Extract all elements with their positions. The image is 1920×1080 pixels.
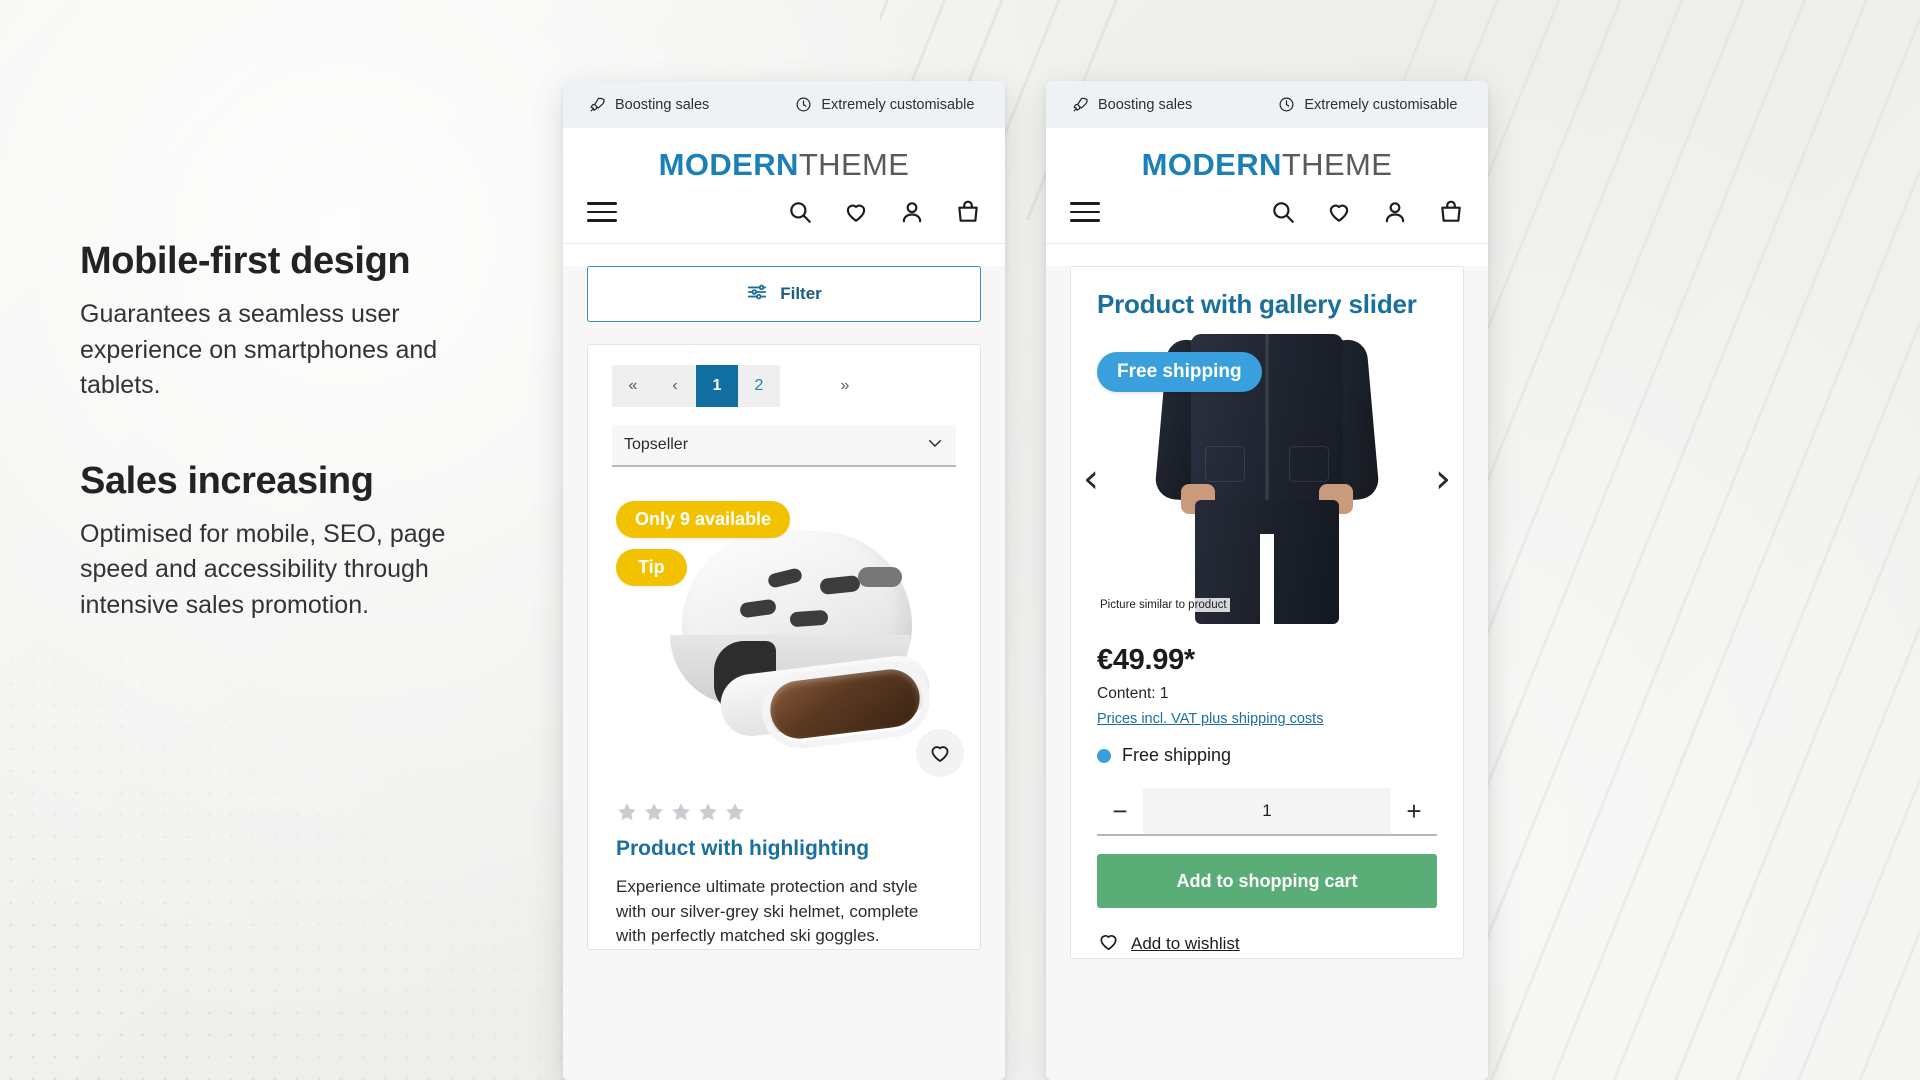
quantity-input[interactable]: 1	[1143, 788, 1391, 834]
pagination-last[interactable]: »	[824, 365, 866, 407]
clock-icon	[795, 96, 812, 113]
site-logo[interactable]: MODERNTHEME	[1046, 128, 1488, 189]
usp-extremely-customisable: Extremely customisable	[795, 96, 974, 113]
rocket-icon	[1072, 96, 1089, 113]
picture-similar-note: Picture similar to product	[1097, 598, 1230, 612]
account-icon[interactable]	[1382, 199, 1408, 225]
hamburger-menu-icon[interactable]	[1070, 202, 1100, 222]
clock-icon	[1278, 96, 1295, 113]
listing-content: Filter « ‹ 1 2 » Topseller Only 9 availa…	[563, 266, 1005, 1080]
star-icon	[618, 803, 636, 821]
vat-shipping-link[interactable]: Prices incl. VAT plus shipping costs	[1097, 711, 1323, 727]
detail-product-title: Product with gallery slider	[1097, 289, 1417, 319]
filter-button[interactable]: Filter	[587, 266, 981, 322]
hamburger-menu-icon[interactable]	[587, 202, 617, 222]
pagination-first[interactable]: «	[612, 365, 654, 407]
product-rating	[588, 783, 980, 823]
usp-boosting-sales-label: Boosting sales	[1098, 96, 1193, 113]
usp-topbar-listing: Boosting sales Extremely customisable	[563, 81, 1005, 128]
logo-theme: THEME	[798, 147, 910, 182]
phone-mockup-listing: Boosting sales Extremely customisable MO…	[563, 81, 1005, 1080]
marketing-copy: Mobile-first design Guarantees a seamles…	[80, 240, 510, 623]
pagination-page-1[interactable]: 1	[696, 365, 738, 407]
marketing-block-mobile-first: Mobile-first design Guarantees a seamles…	[80, 240, 510, 404]
usp-topbar-detail: Boosting sales Extremely customisable	[1046, 81, 1488, 128]
gallery-prev-arrow[interactable]: ‹	[1083, 459, 1099, 499]
cart-icon[interactable]	[1438, 199, 1464, 225]
marketing-heading-2: Sales increasing	[80, 459, 374, 502]
detail-content: Product with gallery slider Free shippin…	[1046, 266, 1488, 1080]
pagination-prev[interactable]: ‹	[654, 365, 696, 407]
quantity-increase-button[interactable]: +	[1391, 788, 1437, 834]
product-title[interactable]: Product with highlighting	[588, 823, 980, 861]
add-to-wishlist-row[interactable]: Add to wishlist	[1071, 908, 1463, 958]
account-icon[interactable]	[899, 199, 925, 225]
site-logo[interactable]: MODERNTHEME	[563, 128, 1005, 189]
sort-select[interactable]: Topseller	[612, 425, 956, 467]
search-icon[interactable]	[1270, 199, 1296, 225]
heart-icon[interactable]	[843, 199, 869, 225]
product-description: Experience ultimate protection and style…	[616, 877, 919, 946]
rocket-icon	[589, 96, 606, 113]
add-to-cart-button[interactable]: Add to shopping cart	[1097, 854, 1437, 908]
search-icon[interactable]	[787, 199, 813, 225]
pagination: « ‹ 1 2 »	[588, 365, 980, 407]
pagination-page-2[interactable]: 2	[738, 365, 780, 407]
sliders-icon	[746, 281, 768, 308]
badge-free-shipping: Free shipping	[1097, 352, 1262, 392]
quantity-stepper: − 1 +	[1097, 788, 1437, 836]
usp-boosting-sales: Boosting sales	[589, 96, 709, 113]
marketing-block-sales-increasing: Sales increasing Optimised for mobile, S…	[80, 460, 510, 624]
logo-theme: THEME	[1281, 147, 1393, 182]
marketing-body-2: Optimised for mobile, SEO, page speed an…	[80, 519, 446, 619]
usp-extremely-customisable-label: Extremely customisable	[1304, 96, 1458, 113]
product-detail-card: Product with gallery slider Free shippin…	[1070, 266, 1464, 959]
logo-modern: MODERN	[1141, 147, 1282, 182]
product-image-area: Only 9 available Tip	[588, 493, 980, 783]
star-icon	[726, 803, 744, 821]
product-wishlist-button[interactable]	[916, 729, 964, 777]
quantity-decrease-button[interactable]: −	[1097, 788, 1143, 834]
usp-extremely-customisable: Extremely customisable	[1278, 96, 1457, 113]
product-badges: Only 9 available Tip	[616, 501, 791, 597]
filter-button-label: Filter	[780, 284, 822, 303]
gallery-next-arrow[interactable]: ›	[1435, 459, 1451, 499]
product-listing-card: « ‹ 1 2 » Topseller Only 9 available Tip…	[587, 344, 981, 950]
star-icon	[645, 803, 663, 821]
vat-shipping-link-wrap: Prices incl. VAT plus shipping costs	[1071, 703, 1463, 727]
add-to-wishlist-label: Add to wishlist	[1131, 934, 1240, 953]
heart-icon	[1097, 930, 1120, 958]
heart-icon	[931, 746, 949, 762]
star-icon	[699, 803, 717, 821]
status-dot-icon	[1097, 748, 1111, 763]
usp-extremely-customisable-label: Extremely customisable	[821, 96, 975, 113]
marketing-body-1: Guarantees a seamless user experience on…	[80, 300, 438, 399]
usp-boosting-sales-label: Boosting sales	[615, 96, 710, 113]
chevron-down-icon	[926, 434, 944, 457]
logo-modern: MODERN	[658, 147, 799, 182]
sort-select-value: Topseller	[624, 436, 689, 453]
star-icon	[672, 803, 690, 821]
marketing-heading-1: Mobile-first design	[80, 240, 411, 282]
product-price: €49.99*	[1097, 644, 1195, 676]
main-navbar-detail	[1046, 189, 1488, 244]
free-shipping-note: Free shipping	[1071, 727, 1463, 766]
phone-mockup-detail: Boosting sales Extremely customisable MO…	[1046, 81, 1488, 1080]
badge-stock: Only 9 available	[616, 501, 791, 538]
product-content-line: Content: 1	[1097, 685, 1169, 702]
free-shipping-label: Free shipping	[1122, 745, 1232, 765]
main-navbar-listing	[563, 189, 1005, 244]
gallery-slider[interactable]: Free shipping ‹ › Picture similar to pro…	[1071, 334, 1463, 624]
usp-boosting-sales: Boosting sales	[1072, 96, 1192, 113]
cart-icon[interactable]	[955, 199, 981, 225]
badge-tip: Tip	[616, 549, 687, 586]
heart-icon[interactable]	[1326, 199, 1352, 225]
